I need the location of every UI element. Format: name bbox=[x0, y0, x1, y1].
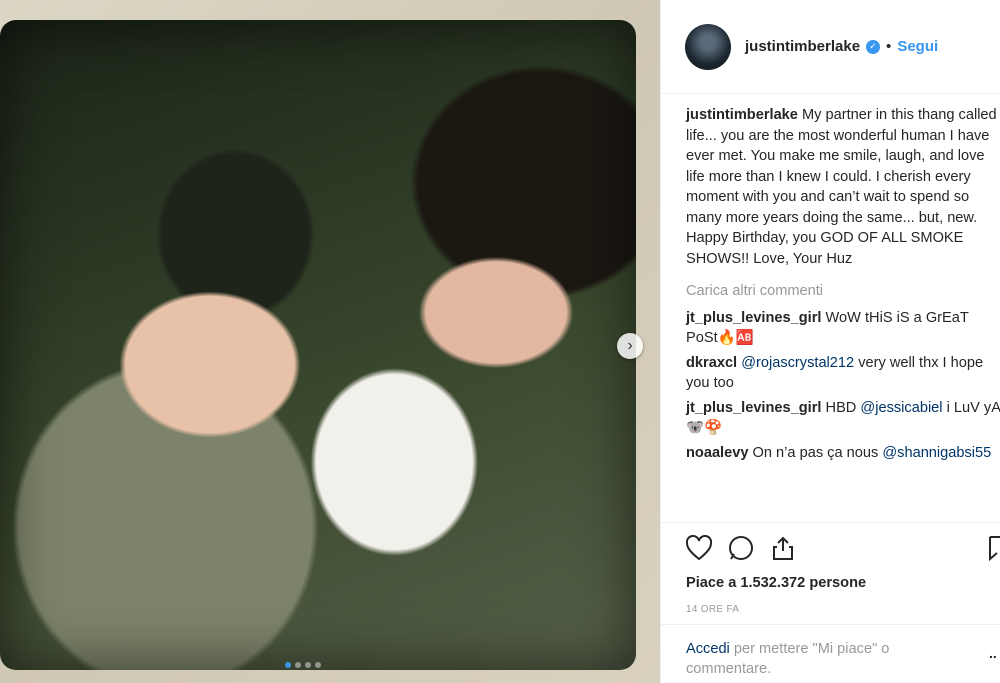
comment-mention[interactable]: @jessicabiel bbox=[860, 400, 942, 416]
more-icon[interactable]: .. bbox=[989, 645, 997, 661]
comment-author[interactable]: jt_plus_levines_girl bbox=[686, 310, 821, 326]
action-bar bbox=[685, 535, 797, 561]
carousel-dot bbox=[295, 662, 301, 668]
bookmark-icon[interactable] bbox=[989, 535, 1000, 566]
carousel-indicator bbox=[285, 662, 321, 668]
login-link[interactable]: Accedi bbox=[686, 641, 730, 657]
carousel-next-button[interactable]: › bbox=[617, 333, 643, 359]
carousel-dot bbox=[285, 662, 291, 668]
comment-mention[interactable]: @shannigabsi55 bbox=[882, 445, 991, 461]
login-prompt-text: Accedi per mettere "Mi piace" o commenta… bbox=[686, 639, 966, 679]
carousel-dot bbox=[315, 662, 321, 668]
chevron-right-icon: › bbox=[627, 337, 633, 354]
post-header: justintimberlake ✓ • Segui bbox=[661, 0, 1000, 94]
caption-text: My partner in this thang called life... … bbox=[686, 107, 997, 267]
verified-badge-icon: ✓ bbox=[866, 39, 881, 54]
avatar[interactable] bbox=[685, 23, 731, 70]
post-photo[interactable] bbox=[0, 20, 636, 670]
author-username[interactable]: justintimberlake bbox=[745, 38, 860, 55]
share-icon[interactable] bbox=[769, 535, 797, 561]
comment-author[interactable]: dkraxcl bbox=[686, 355, 737, 371]
comment-item: jt_plus_levines_girl HBD @jessicabiel i … bbox=[686, 398, 1000, 439]
login-prompt: Accedi per mettere "Mi piace" o commenta… bbox=[661, 624, 1000, 683]
separator: • bbox=[886, 38, 892, 55]
comment-author[interactable]: jt_plus_levines_girl bbox=[686, 400, 821, 416]
comment-item: jt_plus_levines_girl WoW tHiS iS a GrEaT… bbox=[686, 308, 1000, 349]
comment-item: dkraxcl @rojascrystal212 very well thx I… bbox=[686, 353, 1000, 394]
comment-mention[interactable]: @rojascrystal212 bbox=[741, 355, 854, 371]
comment-text-before: HBD bbox=[825, 399, 861, 416]
load-more-comments-link[interactable]: Carica altri commenti bbox=[686, 281, 1000, 302]
post-actions-section: Piace a 1.532.372 persone 14 ORE FA bbox=[661, 522, 1000, 624]
carousel-dot bbox=[305, 662, 311, 668]
comment-icon[interactable] bbox=[727, 535, 755, 561]
comments-list: justintimberlake My partner in this than… bbox=[686, 105, 1000, 467]
caption-author[interactable]: justintimberlake bbox=[686, 107, 798, 123]
post-media: › bbox=[0, 0, 660, 683]
comment-text: On n’a pas ça nous bbox=[752, 444, 883, 461]
post-caption: justintimberlake My partner in this than… bbox=[686, 105, 1000, 269]
post-sidebar: justintimberlake ✓ • Segui justintimberl… bbox=[660, 0, 1000, 683]
likes-count[interactable]: Piace a 1.532.372 persone bbox=[686, 575, 866, 591]
post-timestamp: 14 ORE FA bbox=[686, 604, 740, 615]
comment-author[interactable]: noaalevy bbox=[686, 445, 748, 461]
follow-button[interactable]: Segui bbox=[897, 38, 938, 55]
heart-icon[interactable] bbox=[685, 535, 713, 561]
comment-item: noaalevy On n’a pas ça nous @shannigabsi… bbox=[686, 443, 1000, 464]
